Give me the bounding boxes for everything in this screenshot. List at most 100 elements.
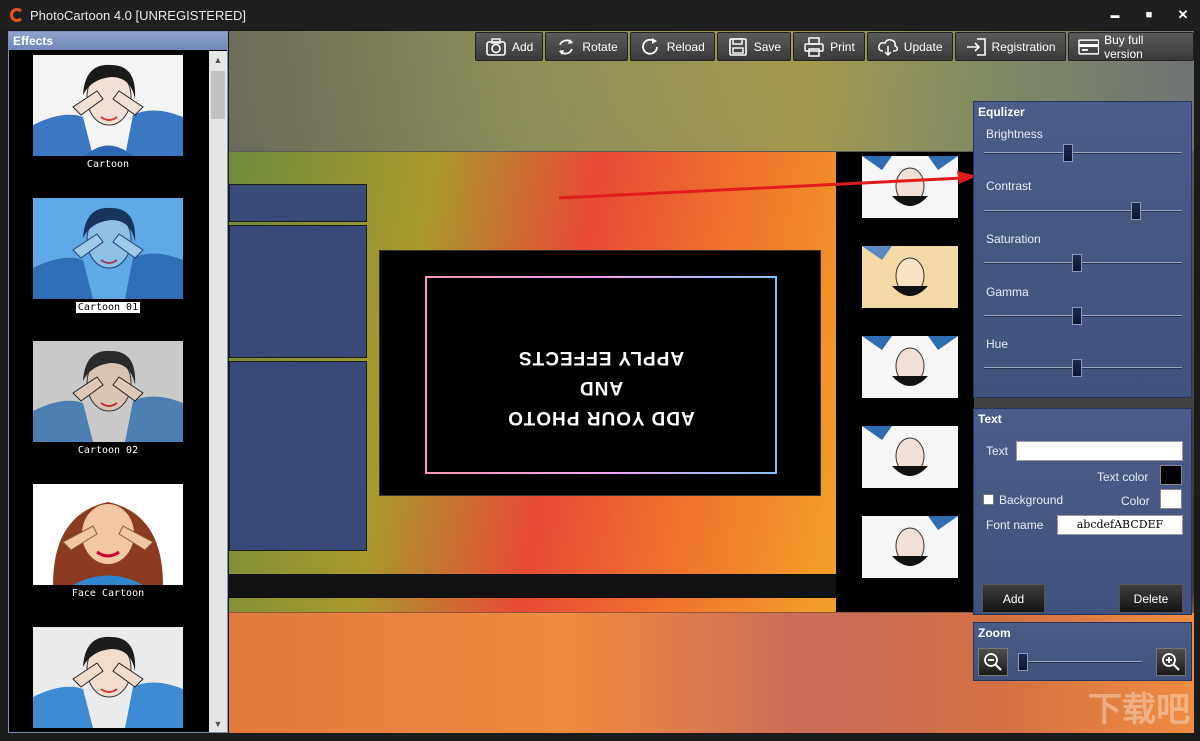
saturation-slider[interactable] (984, 254, 1182, 272)
preview-canvas: ADD YOUR PHOTO AND APPLY EFFECTS (379, 250, 821, 496)
print-label: Print (830, 39, 855, 54)
camera-icon (486, 37, 506, 56)
brightness-slider-thumb[interactable] (1062, 144, 1073, 162)
effect-thumbnail (33, 198, 183, 299)
equalizer-panel: Equlizer Brightness Contrast Saturation … (973, 101, 1192, 398)
equalizer-title: Equlizer (978, 105, 1025, 119)
buy-label: Buy full version (1104, 32, 1144, 61)
background-checkbox[interactable] (983, 494, 994, 505)
saturation-label: Saturation (986, 232, 1041, 246)
photo-preview[interactable]: ADD YOUR PHOTO AND APPLY EFFECTS (229, 152, 974, 612)
effects-scrollbar[interactable]: ▲ ▼ (209, 51, 227, 732)
reload-button[interactable]: Reload (629, 32, 715, 61)
brightness-slider[interactable] (984, 144, 1182, 162)
contrast-slider-thumb[interactable] (1130, 202, 1141, 220)
zoom-panel: Zoom (973, 622, 1192, 681)
text-field-label: Text (986, 444, 1009, 458)
scroll-down-icon[interactable]: ▼ (209, 715, 227, 732)
font-name-label: Font name (986, 518, 1044, 532)
canvas-line-3: APPLY EFFECTS (517, 347, 685, 368)
text-color-swatch[interactable] (1160, 465, 1182, 485)
delete-text-button[interactable]: Delete (1119, 584, 1183, 613)
canvas-line-1: ADD YOUR PHOTO (507, 407, 695, 428)
preview-strip-thumbnail (862, 246, 958, 308)
contrast-slider[interactable] (984, 202, 1182, 220)
floppy-icon (728, 37, 747, 56)
text-input[interactable] (1016, 441, 1183, 461)
update-button[interactable]: Update (866, 32, 953, 61)
preview-mini-equalizer-panel (229, 361, 367, 551)
zoom-slider-thumb[interactable] (1018, 653, 1028, 671)
effect-label: Cartoon (86, 159, 130, 170)
update-label: Update (903, 39, 943, 54)
background-color-swatch[interactable] (1160, 489, 1182, 509)
hue-label: Hue (986, 337, 1009, 351)
contrast-label: Contrast (986, 179, 1032, 193)
zoom-in-icon (1162, 653, 1180, 671)
preview-mini-zoom-panel (229, 184, 367, 222)
preview-strip-thumbnail (862, 336, 958, 398)
canvas-line-2: AND (578, 377, 624, 398)
main-toolbar: Add Rotate Reload Save Print Update Regi… (475, 32, 1194, 61)
add-text-button[interactable]: Add (982, 584, 1045, 613)
effect-item[interactable] (33, 627, 183, 728)
preview-mini-effects-strip (836, 152, 974, 612)
effect-label: Cartoon 01 (75, 302, 141, 313)
effect-item-cartoon-01[interactable]: Cartoon 01 (33, 198, 183, 313)
scroll-thumb[interactable] (211, 71, 225, 119)
zoom-out-icon (984, 653, 1002, 671)
saturation-slider-thumb[interactable] (1072, 254, 1083, 272)
add-button[interactable]: Add (475, 32, 544, 61)
window-controls: ▬ ■ ✕ (1098, 0, 1200, 30)
preview-mini-text-panel (229, 225, 367, 358)
title-bar: PhotoCartoon 4.0 [UNREGISTERED] ▬ ■ ✕ (0, 0, 1200, 30)
rotate-icon (559, 38, 574, 55)
color-label: Color (1121, 494, 1150, 508)
effects-panel: Effects Cartoon Cartoon 01 Cartoon 02 Fa… (8, 31, 228, 733)
effects-header: Effects (9, 32, 227, 50)
preview-mini-toolbar (229, 574, 836, 598)
close-button[interactable]: ✕ (1166, 0, 1200, 30)
credit-card-icon (1077, 38, 1099, 55)
text-panel-title: Text (978, 412, 1002, 426)
gamma-slider-thumb[interactable] (1072, 307, 1083, 325)
window-title: PhotoCartoon 4.0 [UNREGISTERED] (30, 7, 247, 23)
gamma-slider[interactable] (984, 307, 1182, 325)
sign-in-icon (966, 37, 986, 56)
gamma-label: Gamma (986, 285, 1029, 299)
effect-thumbnail (33, 341, 183, 442)
save-button[interactable]: Save (716, 32, 792, 61)
zoom-out-button[interactable] (978, 648, 1008, 676)
minimize-button[interactable]: ▬ (1098, 0, 1132, 30)
scroll-up-icon[interactable]: ▲ (209, 51, 227, 68)
rotate-button[interactable]: Rotate (545, 32, 628, 61)
cloud-download-icon (877, 38, 898, 56)
brightness-label: Brightness (986, 127, 1043, 141)
hue-slider[interactable] (984, 359, 1182, 377)
effect-item-cartoon-02[interactable]: Cartoon 02 (33, 341, 183, 456)
registration-label: Registration (991, 39, 1056, 54)
printer-icon (804, 36, 824, 57)
effects-list: Cartoon Cartoon 01 Cartoon 02 Face Carto… (9, 51, 209, 732)
effect-thumbnail (33, 484, 183, 585)
zoom-slider[interactable] (1018, 653, 1142, 671)
background-label: Background (999, 493, 1064, 507)
effect-label: Cartoon 02 (77, 445, 139, 456)
hue-slider-thumb[interactable] (1072, 359, 1083, 377)
red-arrow-annotation (558, 171, 977, 200)
zoom-in-button[interactable] (1156, 648, 1186, 676)
registration-button[interactable]: Registration (954, 32, 1066, 61)
effect-thumbnail (33, 627, 183, 728)
reload-label: Reload (666, 39, 705, 54)
watermark: 下载吧 (1088, 690, 1190, 730)
preview-frame: ADD YOUR PHOTO AND APPLY EFFECTS (425, 276, 777, 474)
font-name-selector[interactable]: abcdefABCDEF (1057, 515, 1183, 535)
save-label: Save (753, 39, 782, 54)
maximize-button[interactable]: ■ (1132, 0, 1166, 30)
preview-strip-thumbnail (862, 426, 958, 488)
buy-full-version-button[interactable]: Buy full version (1067, 32, 1194, 61)
print-button[interactable]: Print (793, 32, 865, 61)
effect-thumbnail (33, 55, 183, 156)
effect-item-face-cartoon[interactable]: Face Cartoon (33, 484, 183, 599)
effect-item-cartoon[interactable]: Cartoon (33, 55, 183, 170)
